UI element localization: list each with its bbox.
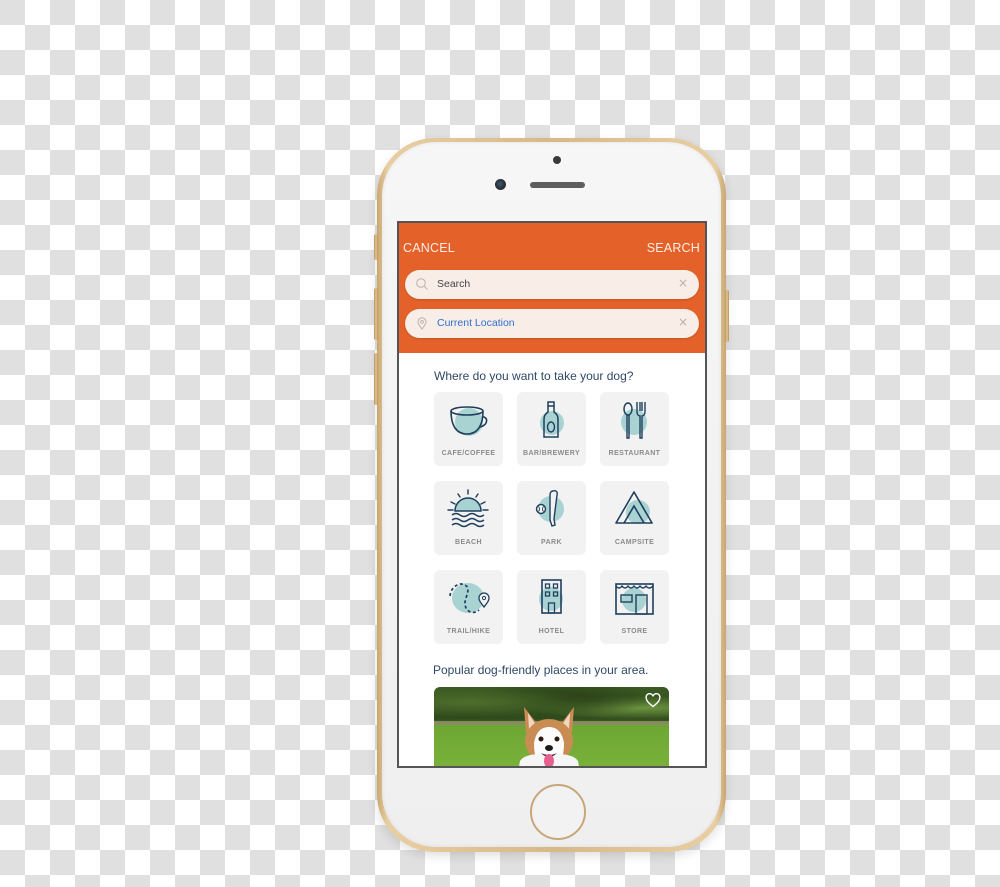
front-camera xyxy=(495,179,506,190)
storefront-icon xyxy=(615,583,654,615)
search-input[interactable]: Search × xyxy=(405,270,699,299)
clear-location-icon[interactable]: × xyxy=(678,315,688,329)
category-label: BEACH xyxy=(455,539,482,546)
trail-map-icon xyxy=(449,583,490,614)
category-label: CAMPSITE xyxy=(614,539,655,546)
category-store[interactable]: STORE xyxy=(600,570,669,644)
volume-down-button xyxy=(374,353,378,405)
sensor-dot xyxy=(553,156,561,164)
search-button[interactable]: SEARCH xyxy=(647,241,700,255)
clear-search-icon[interactable]: × xyxy=(678,276,688,290)
cancel-button[interactable]: CANCEL xyxy=(403,241,455,255)
location-value: Current Location xyxy=(437,317,515,329)
categories-heading: Where do you want to take your dog? xyxy=(434,369,634,383)
location-pin-icon xyxy=(417,317,427,330)
sunset-waves-icon xyxy=(447,489,489,528)
category-label: RESTAURANT xyxy=(608,450,661,457)
power-button xyxy=(725,290,729,342)
favorite-heart-icon[interactable] xyxy=(645,693,661,708)
search-placeholder: Search xyxy=(437,278,471,290)
category-label: TRAIL/HIKE xyxy=(446,628,491,635)
category-trail-hike[interactable]: TRAIL/HIKE xyxy=(434,570,503,644)
category-restaurant[interactable]: RESTAURANT xyxy=(600,392,669,466)
category-park[interactable]: PARK xyxy=(517,481,586,555)
category-bar-brewery[interactable]: BAR/BREWERY xyxy=(517,392,586,466)
bottle-icon xyxy=(540,401,564,438)
category-label: HOTEL xyxy=(538,628,565,635)
location-input[interactable]: Current Location × xyxy=(405,309,699,338)
app-header: CANCEL SEARCH Search × Current Location … xyxy=(399,223,705,353)
app-screen: CANCEL SEARCH Search × Current Location … xyxy=(397,221,707,768)
tent-icon xyxy=(615,491,653,524)
mute-switch xyxy=(374,234,378,260)
category-label: STORE xyxy=(621,628,648,635)
category-label: CAFE/COFFEE xyxy=(441,450,496,457)
spoon-fork-icon xyxy=(621,402,647,439)
baseball-bat-icon xyxy=(535,490,564,527)
category-label: BAR/BREWERY xyxy=(522,450,581,457)
category-label: PARK xyxy=(541,539,562,546)
coffee-cup-icon xyxy=(450,406,488,436)
popular-heading: Popular dog-friendly places in your area… xyxy=(433,663,649,677)
home-button[interactable] xyxy=(530,784,586,840)
category-beach[interactable]: BEACH xyxy=(434,481,503,555)
hotel-building-icon xyxy=(539,579,563,614)
popular-place-card[interactable] xyxy=(434,687,669,766)
category-cafe-coffee[interactable]: CAFE/COFFEE xyxy=(434,392,503,466)
corgi-dog-photo xyxy=(519,707,579,766)
earpiece-speaker xyxy=(530,182,585,188)
category-campsite[interactable]: CAMPSITE xyxy=(600,481,669,555)
volume-up-button xyxy=(374,288,378,340)
search-icon xyxy=(416,278,428,290)
category-hotel[interactable]: HOTEL xyxy=(517,570,586,644)
